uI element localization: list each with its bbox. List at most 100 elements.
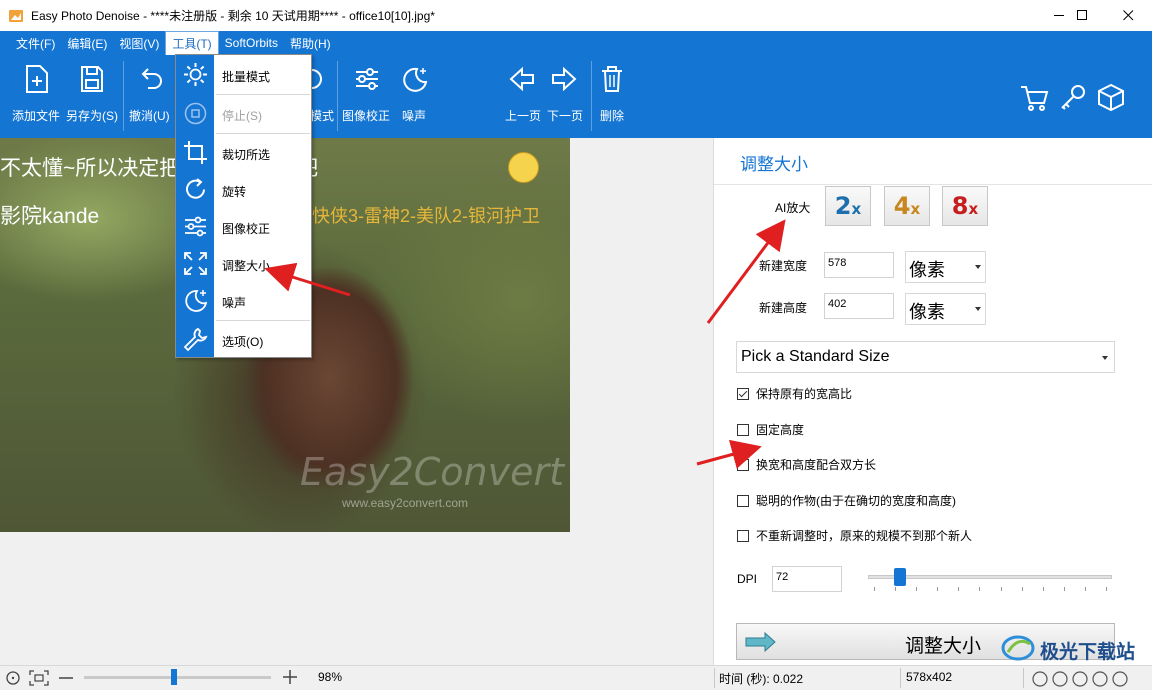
batch-mode-label: 模式 [310, 109, 335, 123]
menu-item-options[interactable]: 选项(O) [176, 321, 311, 358]
checkbox-box[interactable] [737, 458, 749, 471]
checkbox-box[interactable] [737, 529, 749, 542]
stop-icon [184, 102, 207, 125]
status-separator [714, 668, 715, 688]
image-correction-button[interactable]: 图像校正 [342, 55, 392, 138]
checkbox-swap-width-height[interactable]: 换宽和高度配合双方长 [737, 456, 876, 473]
checkbox-box[interactable] [737, 423, 749, 436]
menu-view[interactable]: 视图(V) [113, 32, 165, 55]
ai-8x-button[interactable]: 8x [942, 186, 988, 226]
menu-item-batch-mode[interactable]: 批量模式 [176, 56, 311, 93]
checkbox-label: 不重新调整时，原来的规模不到那个新人 [756, 529, 973, 543]
zoom-slider-track[interactable] [84, 676, 271, 679]
status-separator [900, 668, 901, 688]
width-unit-select[interactable]: 像素 [905, 251, 986, 283]
image-correction-label: 图像校正 [342, 109, 391, 123]
photo-watermark-url: www.easy2convert.com [342, 496, 469, 510]
menu-item-label: 图像校正 [222, 222, 271, 236]
menu-softorbits[interactable]: SoftOrbits [219, 33, 284, 53]
toolbar-separator [337, 61, 338, 131]
width-unit-value: 像素 [909, 260, 945, 280]
new-width-input[interactable]: 578 [824, 252, 894, 278]
checkbox-smart-crop[interactable]: 聪明的作物(由于在确切的宽度和高度) [737, 492, 956, 509]
save-as-label: 另存为(S) [66, 109, 118, 123]
key-icon[interactable] [1058, 82, 1088, 112]
zoom-level: 98% [318, 670, 343, 684]
resize-panel: 调整大小 AI放大 2x 4x 8x 新建宽度 578 像素 新建高度 402 … [713, 138, 1152, 665]
window-title: Easy Photo Denoise - ****未注册版 - 剩余 10 天试… [31, 9, 435, 23]
undo-button[interactable]: 撤消(U) [128, 55, 174, 138]
dpi-slider-tick [1000, 587, 1002, 591]
next-page-label: 下一页 [547, 109, 584, 123]
standard-size-select[interactable]: Pick a Standard Size [736, 341, 1115, 373]
moon-sparkle-icon [403, 67, 428, 92]
tools-dropdown-menu: 批量模式 停止(S) 裁切所选 旋转 图像校正 调整大小 噪声 选项(O) [175, 54, 312, 358]
dpi-label: DPI [737, 572, 758, 586]
menu-item-noise[interactable]: 噪声 [176, 282, 311, 319]
menu-item-label: 旋转 [222, 185, 247, 199]
checkbox-fixed-height[interactable]: 固定高度 [737, 421, 804, 438]
noise-button[interactable]: 噪声 [398, 55, 432, 138]
prev-page-label: 上一页 [505, 109, 542, 123]
panel-divider [714, 184, 1152, 185]
arrow-right-icon [552, 66, 577, 92]
menu-item-stop[interactable]: 停止(S) [176, 95, 311, 132]
new-width-label: 新建宽度 [759, 259, 808, 273]
delete-button[interactable]: 删除 [598, 55, 626, 138]
menu-item-resize[interactable]: 调整大小 [176, 245, 311, 282]
ai-8x-x: x [968, 200, 979, 218]
save-as-button[interactable]: 另存为(S) [66, 55, 118, 138]
maximize-button[interactable] [1059, 0, 1105, 31]
close-button[interactable] [1105, 0, 1151, 31]
status-separator [1023, 668, 1024, 688]
zoom-in-icon[interactable] [282, 669, 298, 685]
noise-label: 噪声 [402, 109, 427, 123]
zoom-actual-icon[interactable] [5, 670, 21, 686]
cart-icon[interactable] [1019, 82, 1049, 112]
menu-file[interactable]: 文件(F) [10, 32, 61, 55]
standard-size-value: Pick a Standard Size [741, 348, 890, 365]
zoom-fit-icon[interactable] [29, 670, 49, 686]
trash-icon [602, 66, 622, 92]
dpi-slider-thumb[interactable] [893, 568, 906, 586]
checkbox-no-upscale[interactable]: 不重新调整时，原来的规模不到那个新人 [737, 527, 972, 544]
menu-help[interactable]: 帮助(H) [284, 32, 337, 55]
new-height-label: 新建高度 [759, 301, 808, 315]
resize-icon [184, 252, 207, 275]
menu-item-rotate[interactable]: 旋转 [176, 171, 311, 208]
menu-item-crop[interactable]: 裁切所选 [176, 134, 311, 171]
status-bar: 98% 时间 (秒): 0.022 578x402 [0, 665, 1152, 690]
menu-item-image-correction[interactable]: 图像校正 [176, 208, 311, 245]
prev-page-button[interactable]: 上一页 [503, 55, 541, 138]
site-watermark-text: 极光下载站 [1040, 642, 1136, 663]
dpi-input[interactable]: 72 [772, 566, 842, 592]
dpi-slider-tick [937, 587, 939, 591]
ai-8x-num: 8 [951, 192, 969, 220]
zoom-out-icon[interactable] [58, 670, 74, 686]
add-file-button[interactable]: 添加文件 [12, 55, 62, 138]
dpi-slider-tick [916, 587, 918, 591]
zoom-slider-thumb[interactable] [170, 669, 177, 685]
social-icons[interactable] [1031, 670, 1151, 688]
ai-2x-button[interactable]: 2x [825, 186, 871, 226]
image-canvas[interactable]: 不太懂~所以决定把 吧 影院kande 快侠3-雷神2-美队2-银河护卫 Eas… [0, 138, 713, 665]
ai-4x-button[interactable]: 4x [884, 186, 930, 226]
menu-edit[interactable]: 编辑(E) [61, 32, 113, 55]
dpi-slider-tick [1042, 587, 1044, 591]
new-height-input[interactable]: 402 [824, 293, 894, 319]
menu-bar: 文件(F) 编辑(E) 视图(V) 工具(T) SoftOrbits 帮助(H) [0, 30, 1152, 56]
dpi-slider-tick [874, 587, 875, 591]
photo-caption-1: 不太懂~所以决定把 [0, 157, 181, 180]
menu-tools[interactable]: 工具(T) [165, 30, 219, 56]
checkbox-box[interactable] [737, 387, 749, 400]
next-page-button[interactable]: 下一页 [545, 55, 583, 138]
box-icon[interactable] [1096, 82, 1126, 112]
height-unit-select[interactable]: 像素 [905, 293, 986, 325]
checkbox-keep-aspect[interactable]: 保持原有的宽高比 [737, 385, 852, 402]
sliders-icon [185, 216, 206, 237]
dpi-slider-tick [958, 587, 960, 591]
checkbox-box[interactable] [737, 494, 749, 507]
app-window: Easy Photo Denoise - ****未注册版 - 剩余 10 天试… [0, 0, 1152, 690]
close-icon [1122, 10, 1133, 21]
maximize-icon [1076, 10, 1087, 20]
